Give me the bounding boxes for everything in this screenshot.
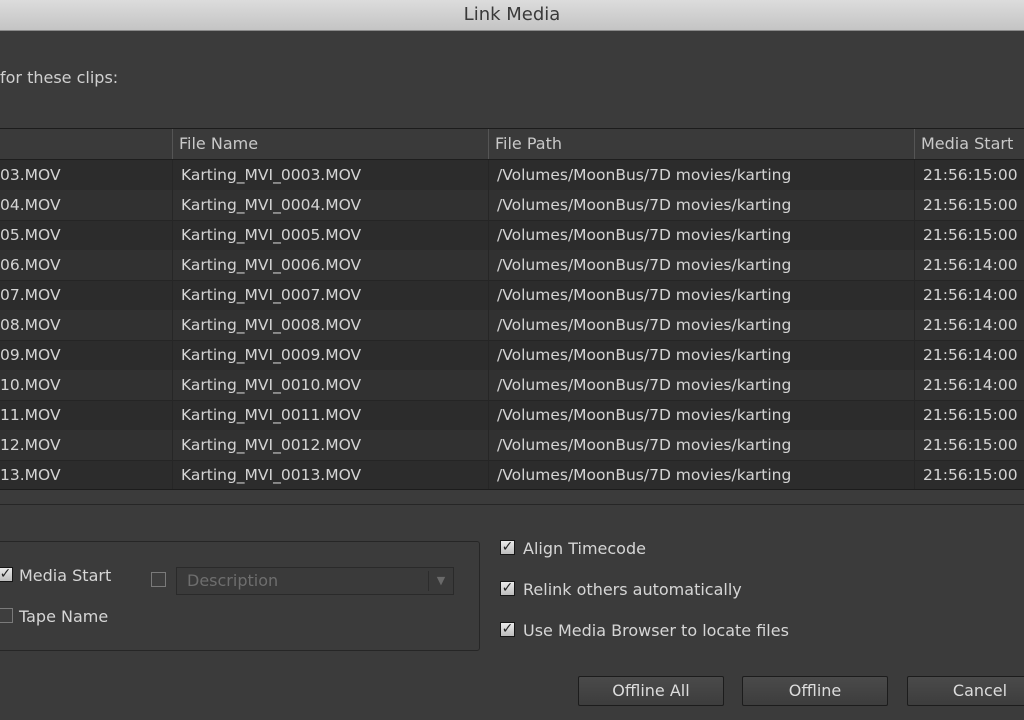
cell-file-path: /Volumes/MoonBus/7D movies/karting bbox=[488, 430, 914, 460]
cell-media-start: 21:56:14:00 bbox=[914, 340, 1024, 370]
table-row[interactable]: 04.MOV Karting_MVI_0004.MOV/Volumes/MoonB… bbox=[0, 190, 1024, 221]
cell-media-start: 21:56:14:00 bbox=[914, 280, 1024, 310]
check-icon: ✓ bbox=[0, 566, 12, 582]
table-row[interactable]: 10.MOV Karting_MVI_0010.MOV/Volumes/MoonB… bbox=[0, 370, 1024, 401]
table-row[interactable]: 05.MOV Karting_MVI_0005.MOV/Volumes/MoonB… bbox=[0, 220, 1024, 251]
tape-name-label: Tape Name bbox=[19, 607, 109, 626]
use-media-browser-checkbox[interactable]: ✓ bbox=[500, 622, 515, 637]
description-select-value: Description bbox=[187, 571, 279, 590]
cell-file-name: Karting_MVI_0003.MOV bbox=[172, 160, 488, 190]
table-row[interactable]: 12.MOV Karting_MVI_0012.MOV/Volumes/MoonB… bbox=[0, 430, 1024, 461]
table-row[interactable]: 06.MOV Karting_MVI_0006.MOV/Volumes/MoonB… bbox=[0, 250, 1024, 281]
table-row[interactable]: 07.MOV Karting_MVI_0007.MOV/Volumes/MoonB… bbox=[0, 280, 1024, 311]
clips-table: File Name File Path Media Start 03.MOV Ka… bbox=[0, 128, 1024, 490]
offline-button[interactable]: Offline bbox=[742, 676, 888, 706]
cell-clip-name: 05.MOV bbox=[0, 226, 61, 244]
offline-all-button[interactable]: Offline All bbox=[578, 676, 724, 706]
table-row[interactable]: 09.MOV Karting_MVI_0009.MOV/Volumes/MoonB… bbox=[0, 340, 1024, 371]
table-row[interactable]: 08.MOV Karting_MVI_0008.MOV/Volumes/MoonB… bbox=[0, 310, 1024, 341]
table-row[interactable]: 13.MOV Karting_MVI_0013.MOV/Volumes/MoonB… bbox=[0, 460, 1024, 489]
cell-clip-name: 08.MOV bbox=[0, 316, 61, 334]
cell-file-name: Karting_MVI_0004.MOV bbox=[172, 190, 488, 220]
cell-file-path: /Volumes/MoonBus/7D movies/karting bbox=[488, 340, 914, 370]
use-media-browser-label: Use Media Browser to locate files bbox=[523, 621, 789, 640]
cell-media-start: 21:56:14:00 bbox=[914, 310, 1024, 340]
cell-file-name: Karting_MVI_0009.MOV bbox=[172, 340, 488, 370]
cell-clip-name: 03.MOV bbox=[0, 166, 61, 184]
cell-clip-name: 06.MOV bbox=[0, 256, 61, 274]
cell-file-name: Karting_MVI_0012.MOV bbox=[172, 430, 488, 460]
relink-others-checkbox[interactable]: ✓ bbox=[500, 581, 515, 596]
cell-clip-name: 10.MOV bbox=[0, 376, 61, 394]
window-title: Link Media bbox=[463, 4, 561, 25]
check-icon: ✓ bbox=[501, 621, 514, 637]
column-header-file-path[interactable]: File Path bbox=[488, 129, 914, 159]
cell-clip-name: 07.MOV bbox=[0, 286, 61, 304]
cell-file-path: /Volumes/MoonBus/7D movies/karting bbox=[488, 310, 914, 340]
cell-media-start: 21:56:15:00 bbox=[914, 460, 1024, 489]
cell-media-start: 21:56:15:00 bbox=[914, 160, 1024, 190]
cell-media-start: 21:56:15:00 bbox=[914, 220, 1024, 250]
cell-clip-name: 09.MOV bbox=[0, 346, 61, 364]
table-row[interactable]: 11.MOV Karting_MVI_0011.MOV/Volumes/MoonB… bbox=[0, 400, 1024, 431]
cell-clip-name: 12.MOV bbox=[0, 436, 61, 454]
cell-file-path: /Volumes/MoonBus/7D movies/karting bbox=[488, 280, 914, 310]
cell-file-path: /Volumes/MoonBus/7D movies/karting bbox=[488, 370, 914, 400]
cancel-button[interactable]: Cancel bbox=[907, 676, 1024, 706]
clips-prompt: for these clips: bbox=[0, 68, 119, 87]
table-header: File Name File Path Media Start bbox=[0, 129, 1024, 160]
cell-clip-name: 11.MOV bbox=[0, 406, 61, 424]
column-header-clip[interactable] bbox=[0, 129, 172, 159]
cell-file-name: Karting_MVI_0011.MOV bbox=[172, 400, 488, 430]
section-divider bbox=[0, 504, 1024, 505]
cell-media-start: 21:56:14:00 bbox=[914, 250, 1024, 280]
cell-media-start: 21:56:15:00 bbox=[914, 430, 1024, 460]
cell-file-name: Karting_MVI_0005.MOV bbox=[172, 220, 488, 250]
cell-file-name: Karting_MVI_0010.MOV bbox=[172, 370, 488, 400]
cell-file-path: /Volumes/MoonBus/7D movies/karting bbox=[488, 190, 914, 220]
cell-file-path: /Volumes/MoonBus/7D movies/karting bbox=[488, 220, 914, 250]
cell-file-path: /Volumes/MoonBus/7D movies/karting bbox=[488, 160, 914, 190]
check-icon: ✓ bbox=[501, 539, 514, 555]
cell-media-start: 21:56:15:00 bbox=[914, 190, 1024, 220]
media-start-label: Media Start bbox=[19, 566, 112, 585]
cell-file-name: Karting_MVI_0007.MOV bbox=[172, 280, 488, 310]
table-row[interactable]: 03.MOV Karting_MVI_0003.MOV/Volumes/MoonB… bbox=[0, 160, 1024, 191]
cell-file-path: /Volumes/MoonBus/7D movies/karting bbox=[488, 400, 914, 430]
column-header-media-start[interactable]: Media Start bbox=[914, 129, 1024, 159]
align-timecode-label: Align Timecode bbox=[523, 539, 646, 558]
column-header-file-name[interactable]: File Name bbox=[172, 129, 488, 159]
media-start-checkbox[interactable]: ✓ bbox=[0, 567, 13, 582]
cell-file-name: Karting_MVI_0006.MOV bbox=[172, 250, 488, 280]
relink-others-label: Relink others automatically bbox=[523, 580, 742, 599]
description-checkbox[interactable] bbox=[151, 572, 166, 587]
cell-clip-name: 13.MOV bbox=[0, 466, 61, 484]
cell-file-path: /Volumes/MoonBus/7D movies/karting bbox=[488, 460, 914, 489]
cell-media-start: 21:56:15:00 bbox=[914, 400, 1024, 430]
align-timecode-checkbox[interactable]: ✓ bbox=[500, 540, 515, 555]
cell-media-start: 21:56:14:00 bbox=[914, 370, 1024, 400]
cell-file-name: Karting_MVI_0008.MOV bbox=[172, 310, 488, 340]
cell-file-name: Karting_MVI_0013.MOV bbox=[172, 460, 488, 489]
title-bar: Link Media bbox=[0, 0, 1024, 31]
match-criteria-group bbox=[0, 541, 480, 651]
tape-name-checkbox[interactable] bbox=[0, 608, 13, 623]
description-select[interactable]: Description ▼ bbox=[176, 567, 454, 595]
cell-file-path: /Volumes/MoonBus/7D movies/karting bbox=[488, 250, 914, 280]
chevron-down-icon: ▼ bbox=[428, 571, 453, 591]
check-icon: ✓ bbox=[501, 580, 514, 596]
cell-clip-name: 04.MOV bbox=[0, 196, 61, 214]
